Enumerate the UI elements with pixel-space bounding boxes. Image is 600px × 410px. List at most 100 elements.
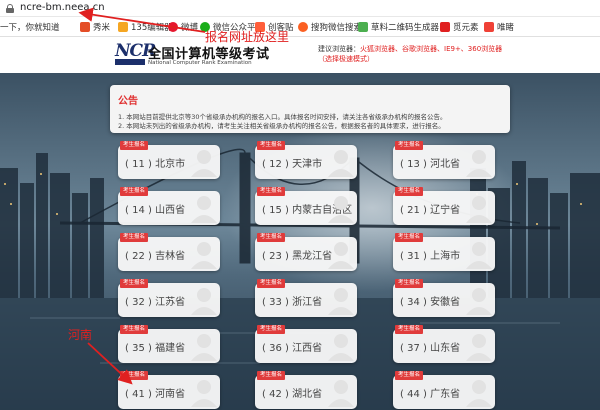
province-card[interactable]: 考生报名 ( 36 ) 江西省: [255, 325, 357, 363]
province-card[interactable]: 考生报名 ( 42 ) 湖北省: [255, 371, 357, 409]
bookmark-label: 秀米: [93, 23, 111, 33]
card-label: ( 37 ) 山东省: [400, 343, 461, 354]
card-label: ( 12 ) 天津市: [262, 159, 323, 170]
user-silhouette-icon: [191, 242, 217, 269]
bookmark-sogou[interactable]: 搜狗微信搜索: [298, 21, 362, 33]
lock-icon: [6, 4, 14, 13]
bookmark-caoliao[interactable]: 草料二维码生成器: [358, 21, 439, 33]
user-silhouette-icon: [466, 380, 492, 407]
card-tag: 考生报名: [120, 279, 149, 288]
card-tag: 考生报名: [120, 141, 149, 150]
editor-icon: [118, 22, 128, 32]
card-label: ( 35 ) 福建省: [125, 343, 186, 354]
bookmark-xiumi[interactable]: 秀米: [80, 21, 110, 33]
user-silhouette-icon: [466, 196, 492, 223]
card-label: ( 42 ) 湖北省: [262, 389, 323, 400]
bookmark-label: 微博: [181, 23, 199, 33]
bookmark-label: 搜狗微信搜索: [311, 23, 363, 33]
province-card[interactable]: 考生报名 ( 41 ) 河南省: [118, 371, 220, 409]
user-silhouette-icon: [466, 288, 492, 315]
province-card[interactable]: 考生报名 ( 33 ) 浙江省: [255, 279, 357, 317]
card-label: ( 44 ) 广东省: [400, 389, 461, 400]
province-card[interactable]: 考生报名 ( 12 ) 天津市: [255, 141, 357, 179]
card-label: ( 14 ) 山西省: [125, 205, 186, 216]
qrcode-icon: [358, 22, 368, 32]
ncre-logo[interactable]: NCR: [115, 41, 156, 67]
notice-line: 2. 本网站未列出的省级承办机构，请考生关注相关省级承办机构的报名公告，根据报名…: [118, 122, 445, 130]
user-silhouette-icon: [328, 380, 354, 407]
user-silhouette-icon: [466, 150, 492, 177]
address-bar[interactable]: ncre-bm.neea.cn: [0, 0, 600, 17]
logo-bar: [115, 59, 145, 65]
url-text[interactable]: ncre-bm.neea.cn: [20, 2, 105, 13]
card-label: ( 41 ) 河南省: [125, 389, 186, 400]
card-tag: 考生报名: [257, 141, 286, 150]
bookmark-label: 草料二维码生成器: [371, 23, 440, 33]
bookmark-label: 觅元素: [453, 23, 479, 33]
card-tag: 考生报名: [395, 187, 424, 196]
user-silhouette-icon: [328, 150, 354, 177]
user-silhouette-icon: [191, 196, 217, 223]
card-tag: 考生报名: [395, 325, 424, 334]
province-card[interactable]: 考生报名 ( 37 ) 山东省: [393, 325, 495, 363]
province-card[interactable]: 考生报名( 15 ) 内蒙古自治区: [255, 187, 357, 225]
card-label: ( 33 ) 浙江省: [262, 297, 323, 308]
province-card[interactable]: 考生报名 ( 32 ) 江苏省: [118, 279, 220, 317]
sogou-icon: [298, 22, 308, 32]
bookmark-label: 唯睹: [497, 23, 515, 33]
notice-panel: 公告 1. 本网站目前提供北京等30个省级承办机构的报名入口。具体报名时间安排，…: [110, 85, 510, 133]
bookmark-weidu[interactable]: 唯睹: [484, 21, 514, 33]
card-label: ( 34 ) 安徽省: [400, 297, 461, 308]
card-label: ( 11 ) 北京市: [125, 159, 186, 170]
bookmark-label: 135编辑器: [131, 23, 173, 33]
card-tag: 考生报名: [395, 279, 424, 288]
province-card[interactable]: 考生报名 ( 14 ) 山西省: [118, 187, 220, 225]
user-silhouette-icon: [466, 242, 492, 269]
bookmark-baidu[interactable]: 一下，你就知道: [0, 21, 60, 33]
user-silhouette-icon: [466, 334, 492, 361]
province-card[interactable]: 考生报名 ( 11 ) 北京市: [118, 141, 220, 179]
user-silhouette-icon: [191, 288, 217, 315]
province-card[interactable]: 考生报名 ( 13 ) 河北省: [393, 141, 495, 179]
card-label: ( 22 ) 吉林省: [125, 251, 186, 262]
bookmark-weibo[interactable]: 微博: [168, 21, 198, 33]
card-tag: 考生报名: [257, 279, 286, 288]
browser-tip: 建议浏览器：火狐浏览器、谷歌浏览器、IE9+、360浏览器（选择极速模式）: [318, 44, 514, 64]
card-tag: 考生报名: [120, 233, 149, 242]
province-card[interactable]: 考生报名 ( 44 ) 广东省: [393, 371, 495, 409]
bookmark-miyuansu[interactable]: 觅元素: [440, 21, 479, 33]
card-label: ( 36 ) 江西省: [262, 343, 323, 354]
url-annotation: 报名网址放这里: [205, 30, 290, 44]
card-label: ( 13 ) 河北省: [400, 159, 461, 170]
bookmark-135[interactable]: 135编辑器: [118, 21, 173, 33]
bookmarks-bar: 一下，你就知道 秀米 135编辑器 微博 微信公众平台 创客贴 搜狗微信搜索 草…: [0, 17, 600, 37]
card-tag: 考生报名: [120, 187, 149, 196]
card-tag: 考生报名: [120, 371, 149, 380]
user-silhouette-icon: [328, 242, 354, 269]
province-card[interactable]: 考生报名 ( 21 ) 辽宁省: [393, 187, 495, 225]
card-tag: 考生报名: [395, 141, 424, 150]
card-tag: 考生报名: [120, 325, 149, 334]
bookmark-label: 一下，你就知道: [0, 23, 60, 33]
card-label: ( 32 ) 江苏省: [125, 297, 186, 308]
weibo-icon: [168, 22, 178, 32]
user-silhouette-icon: [328, 196, 354, 223]
card-tag: 考生报名: [257, 371, 286, 380]
card-label: ( 23 ) 黑龙江省: [262, 251, 333, 262]
user-silhouette-icon: [191, 150, 217, 177]
notice-title: 公告: [118, 96, 138, 107]
site-subtitle: National Computer Rank Examination: [148, 60, 252, 66]
province-card[interactable]: 考生报名 ( 35 ) 福建省: [118, 325, 220, 363]
weidu-icon: [484, 22, 494, 32]
site-header: NCR 全国计算机等级考试 National Computer Rank Exa…: [0, 37, 600, 73]
card-tag: 考生报名: [395, 371, 424, 380]
browser-tip-label: 建议浏览器：: [318, 45, 360, 53]
province-card[interactable]: 考生报名 ( 23 ) 黑龙江省: [255, 233, 357, 271]
card-tag: 考生报名: [257, 233, 286, 242]
province-card[interactable]: 考生报名 ( 22 ) 吉林省: [118, 233, 220, 271]
user-silhouette-icon: [328, 288, 354, 315]
province-card[interactable]: 考生报名 ( 34 ) 安徽省: [393, 279, 495, 317]
xiumi-icon: [80, 22, 90, 32]
henan-annotation: 河南: [68, 328, 93, 342]
province-card[interactable]: 考生报名 ( 31 ) 上海市: [393, 233, 495, 271]
